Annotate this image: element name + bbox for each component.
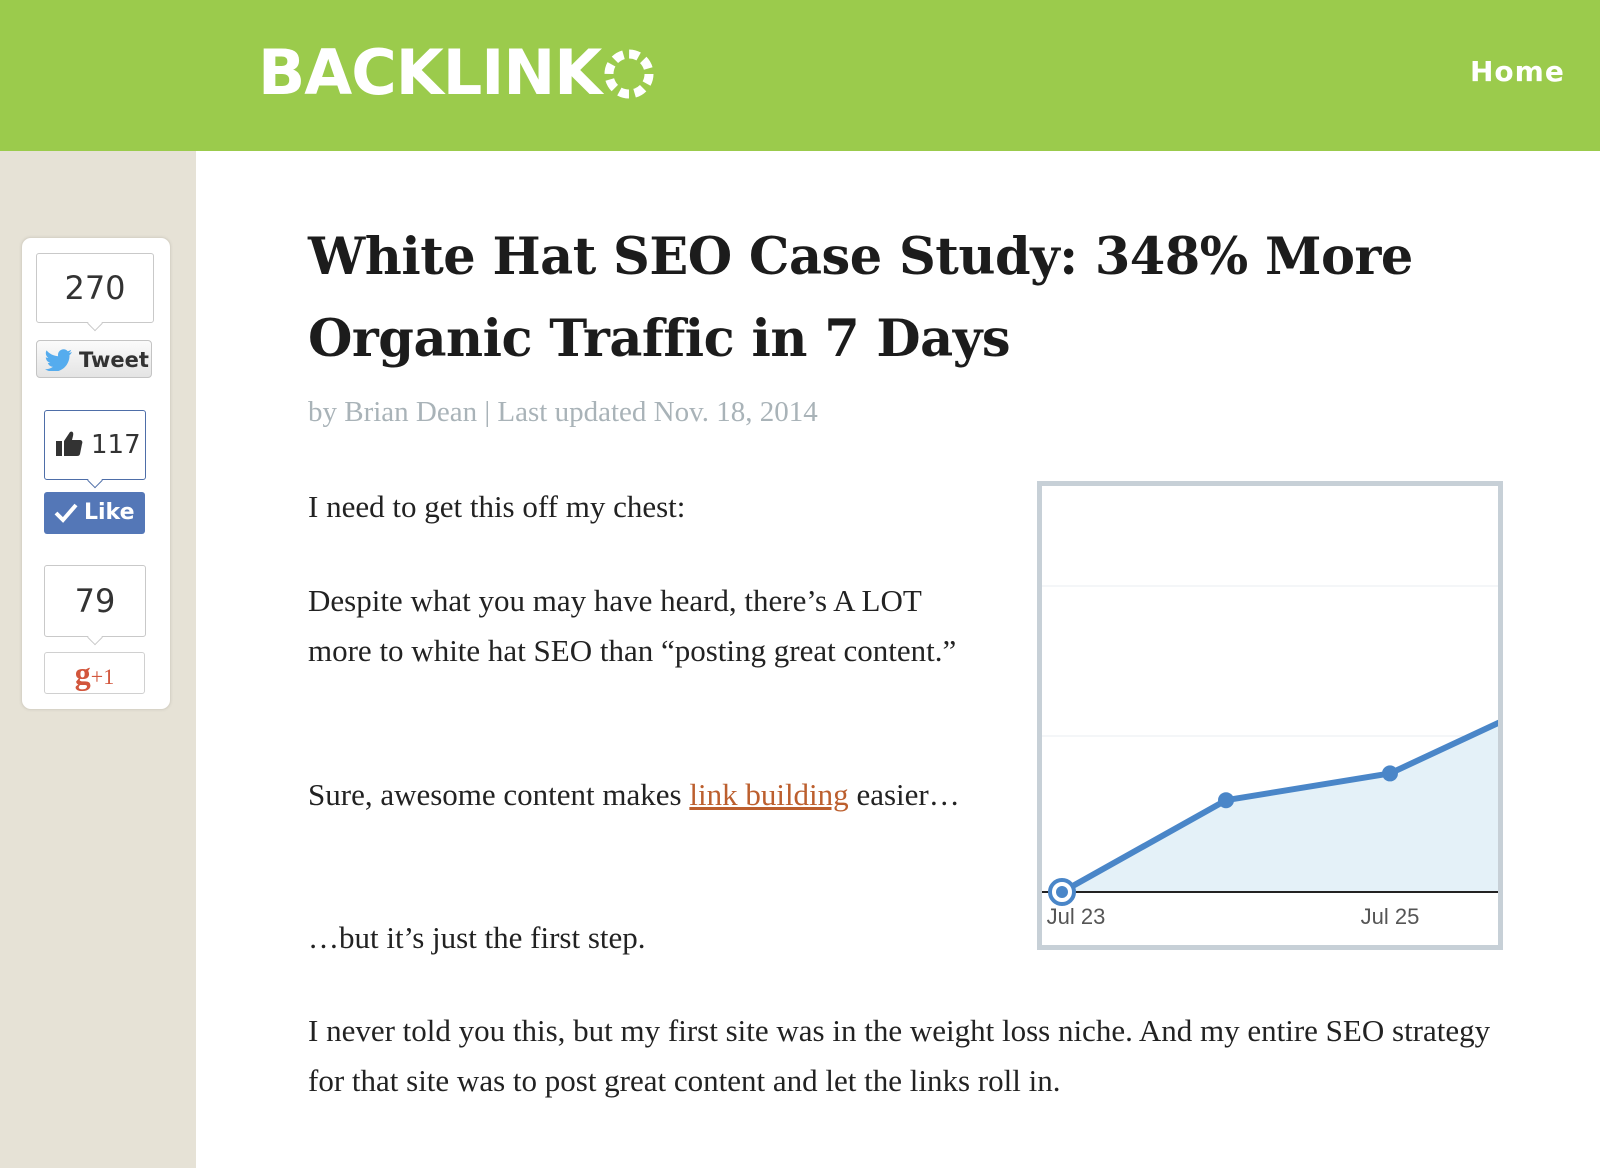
traffic-chart: Jul 23 Jul 25: [1042, 585, 1498, 929]
link-building-link[interactable]: link building: [689, 777, 848, 812]
paragraph-content: Sure, awesome content makes link buildin…: [308, 770, 968, 820]
article-title: White Hat SEO Case Study: 348% More Orga…: [308, 227, 1413, 369]
paragraph-text: easier…: [848, 777, 960, 812]
x-tick-label: Jul 25: [1361, 904, 1420, 929]
google-plus-icon: g: [74, 655, 91, 691]
google-plus-one-button[interactable]: g+1: [44, 652, 145, 694]
twitter-share-count: 270: [36, 253, 154, 323]
like-label: Like: [84, 500, 135, 525]
facebook-like-button[interactable]: Like: [44, 492, 145, 534]
google-plus-count: 79: [44, 565, 146, 637]
facebook-like-count: 117: [44, 410, 146, 480]
data-point: [1056, 886, 1068, 898]
site-logo[interactable]: BACKLINK: [258, 38, 655, 108]
x-tick-label: Jul 23: [1047, 904, 1106, 929]
paragraph-weight-loss: I never told you this, but my first site…: [308, 1013, 1491, 1098]
checkmark-icon: [54, 503, 78, 523]
area-fill: [1062, 723, 1498, 892]
data-point: [1218, 792, 1234, 809]
plus-one-label: +1: [90, 664, 115, 689]
logo-ring-icon: [604, 49, 654, 99]
paragraph-intro: I need to get this off my chest:: [308, 489, 686, 524]
paragraph-text: Sure, awesome content makes: [308, 777, 690, 812]
traffic-chart-figure: Jul 23 Jul 25: [1037, 481, 1503, 950]
twitter-bird-icon: [45, 349, 72, 371]
data-point: [1382, 765, 1398, 782]
paragraph-first-step: …but it’s just the first step.: [308, 920, 646, 955]
facebook-count-value: 117: [91, 430, 141, 460]
site-header: BACKLINK Home: [0, 0, 1600, 151]
tweet-button[interactable]: Tweet: [36, 340, 152, 378]
nav-home-link[interactable]: Home: [1470, 55, 1600, 88]
article-byline: by Brian Dean | Last updated Nov. 18, 20…: [308, 396, 818, 428]
logo-text: BACKLINK: [258, 36, 602, 109]
thumbs-up-icon: [56, 431, 83, 456]
tweet-label: Tweet: [79, 348, 149, 372]
paragraph-white-hat: Despite what you may have heard, there’s…: [308, 583, 957, 668]
